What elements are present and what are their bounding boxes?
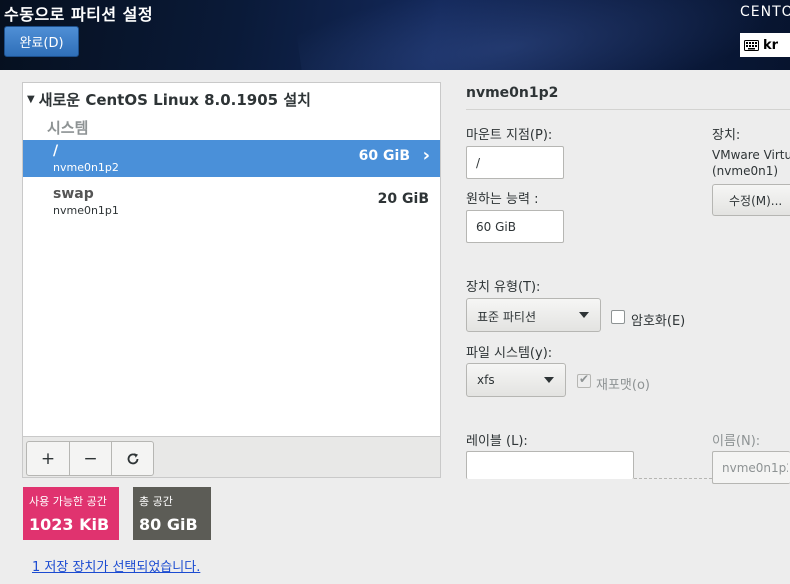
filesystem-dropdown[interactable]: xfs xyxy=(466,363,566,397)
name-field-label: 이름(N): xyxy=(712,434,761,449)
mount-row-root[interactable]: / nvme0n1p2 60 GiB › xyxy=(23,140,440,177)
refresh-icon xyxy=(127,452,138,464)
device-label: 장치: xyxy=(712,128,741,143)
mount-device-name: nvme0n1p1 xyxy=(53,204,119,217)
mount-toolbar: + − xyxy=(23,436,440,477)
mount-point-panel: ▼ 새로운 CentOS Linux 8.0.1905 설치 시스템 / nvm… xyxy=(22,82,441,478)
total-space-box: 총 공간 80 GiB xyxy=(133,487,211,540)
capacity-input[interactable] xyxy=(466,210,564,243)
reformat-label: 재포맷(o) xyxy=(596,378,650,393)
device-value: VMware Virtu (nvme0n1) xyxy=(712,148,790,178)
panel-fade-line xyxy=(634,478,712,479)
filesystem-value: xfs xyxy=(477,373,495,387)
checkmark-icon: ✔ xyxy=(579,372,590,386)
label-input[interactable] xyxy=(466,451,634,479)
mount-button-group: + − xyxy=(26,441,154,476)
encrypt-checkbox[interactable] xyxy=(611,310,625,324)
device-type-value: 표준 파티션 xyxy=(477,310,537,324)
filesystem-label: 파일 시스템(y): xyxy=(466,346,553,361)
chevron-right-icon: › xyxy=(422,145,430,166)
mount-device-name: nvme0n1p2 xyxy=(53,161,119,174)
storage-devices-link[interactable]: 1 저장 장치가 선택되었습니다. xyxy=(32,556,200,575)
reformat-checkbox[interactable]: ✔ xyxy=(577,372,591,388)
mount-point-name: swap xyxy=(53,186,94,202)
device-type-dropdown[interactable]: 표준 파티션 xyxy=(466,298,601,332)
keyboard-layout-indicator[interactable]: kr xyxy=(740,33,790,57)
mount-size: 60 GiB xyxy=(358,148,410,164)
header-background-streak xyxy=(291,0,790,70)
mount-point-name: / xyxy=(53,143,59,159)
dropdown-arrow-icon xyxy=(579,312,589,318)
page-title: 수동으로 파티션 설정 xyxy=(4,5,154,24)
refresh-button[interactable] xyxy=(111,442,153,475)
total-space-value: 80 GiB xyxy=(139,515,198,534)
total-space-label: 총 공간 xyxy=(139,495,173,508)
device-type-label: 장치 유형(T): xyxy=(466,280,541,295)
keyboard-layout-text: kr xyxy=(763,37,779,53)
mount-point-input[interactable] xyxy=(466,146,564,179)
name-input[interactable] xyxy=(712,451,790,484)
remove-mount-button[interactable]: − xyxy=(69,442,111,475)
available-space-label: 사용 가능한 공간 xyxy=(29,495,107,508)
capacity-label: 원하는 능력 : xyxy=(466,192,539,207)
mount-row-swap[interactable]: swap nvme0n1p1 20 GiB xyxy=(23,183,440,220)
done-button[interactable]: 완료(D) xyxy=(4,26,79,57)
available-space-value: 1023 KiB xyxy=(29,515,110,534)
install-group-header[interactable]: ▼ 새로운 CentOS Linux 8.0.1905 설치 xyxy=(27,89,311,110)
dropdown-arrow-icon xyxy=(544,377,554,383)
product-label: CENTOS xyxy=(740,4,790,20)
add-mount-button[interactable]: + xyxy=(27,442,69,475)
modify-device-button[interactable]: 수정(M)... xyxy=(712,184,790,216)
category-label-system: 시스템 xyxy=(47,119,89,137)
install-group-title: 새로운 CentOS Linux 8.0.1905 설치 xyxy=(38,91,311,109)
expander-triangle-icon: ▼ xyxy=(27,94,35,105)
available-space-box: 사용 가능한 공간 1023 KiB xyxy=(23,487,119,540)
keyboard-icon xyxy=(744,39,759,51)
mount-size: 20 GiB xyxy=(377,191,429,207)
detail-separator xyxy=(466,109,790,110)
label-field-label: 레이블 (L): xyxy=(466,434,528,449)
encrypt-label: 암호화(E) xyxy=(631,314,686,329)
partition-detail-title: nvme0n1p2 xyxy=(466,85,559,101)
top-header: 수동으로 파티션 설정 완료(D) CENTOS kr xyxy=(0,0,790,70)
mount-point-label: 마운트 지점(P): xyxy=(466,128,553,143)
